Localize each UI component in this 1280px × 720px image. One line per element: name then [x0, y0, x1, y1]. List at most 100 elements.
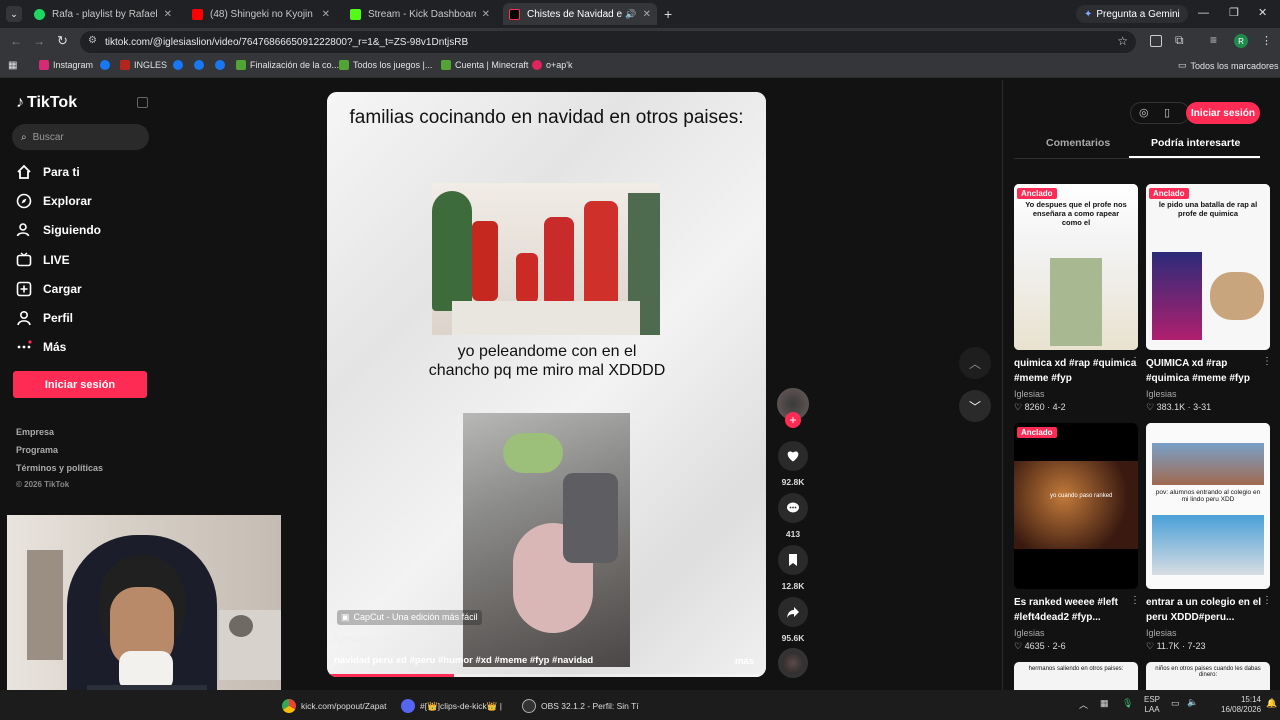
- card-menu-icon[interactable]: ⋮: [1262, 595, 1272, 606]
- bookmark-minecraft[interactable]: Cuenta | Minecraft: [441, 60, 528, 70]
- language-indicator[interactable]: ESP LAA: [1144, 695, 1160, 715]
- tab-kick[interactable]: Stream - Kick Dashboard ✕: [344, 3, 496, 25]
- new-tab-icon[interactable]: +: [664, 6, 672, 22]
- bookmark-facebook-1[interactable]: [100, 60, 114, 70]
- more-link[interactable]: más: [735, 656, 754, 667]
- sidebar-login-button[interactable]: Iniciar sesión: [13, 371, 147, 398]
- nav-perfil[interactable]: Perfil: [16, 310, 73, 326]
- bookmark-juegos[interactable]: Todos los juegos |...: [339, 60, 432, 70]
- card-menu-icon[interactable]: ⋮: [1130, 595, 1140, 606]
- like-action[interactable]: 92.8K: [775, 441, 811, 487]
- bookmark-finalizacion[interactable]: Finalización de la co...: [236, 60, 339, 70]
- microphone-icon[interactable]: 🎙: [1122, 698, 1133, 709]
- nav-siguiendo[interactable]: Siguiendo: [16, 222, 101, 238]
- save-action[interactable]: 12.8K: [775, 545, 811, 591]
- minimize-icon[interactable]: —: [1198, 7, 1209, 19]
- bookmark-facebook-2[interactable]: [173, 60, 187, 70]
- music-disc-icon[interactable]: [778, 648, 808, 678]
- recommended-card[interactable]: pov: alumnos entrando al colegio en mi l…: [1146, 423, 1270, 589]
- reload-icon[interactable]: ↻: [57, 33, 68, 49]
- follow-plus-icon[interactable]: +: [785, 412, 801, 428]
- cast-icon[interactable]: [1150, 35, 1162, 47]
- comment-action[interactable]: 413: [775, 493, 811, 539]
- volume-icon[interactable]: 🔈: [1187, 697, 1198, 708]
- footer-programa[interactable]: Programa: [16, 445, 58, 455]
- video-author[interactable]: Iglesias · 6-4: [334, 634, 391, 645]
- menu-icon[interactable]: ⋮: [1261, 34, 1272, 47]
- nav-mas[interactable]: Más: [16, 339, 66, 355]
- all-bookmarks[interactable]: ▭ Todos los marcadores: [1178, 60, 1279, 71]
- heart-icon[interactable]: [778, 441, 808, 471]
- search-input[interactable]: ⌕ Buscar: [12, 124, 149, 150]
- recommended-card[interactable]: Anclado le pido una batalla de rap al pr…: [1146, 184, 1270, 350]
- next-video-button[interactable]: ﹀: [959, 390, 991, 422]
- tab-youtube[interactable]: (48) Shingeki no Kyojin (Shinzou ✕: [186, 3, 336, 25]
- coin-icon[interactable]: ◎: [1139, 106, 1149, 119]
- taskbar-chrome[interactable]: kick.com/popout/Zapat: [282, 699, 387, 713]
- close-icon[interactable]: ✕: [643, 9, 651, 20]
- recommended-card-partial[interactable]: hermanos saliendo en otros paises:: [1014, 662, 1138, 690]
- recommended-card[interactable]: Anclado yo cuando paso ranked: [1014, 423, 1138, 589]
- card-menu-icon[interactable]: ⋮: [1262, 356, 1272, 367]
- comment-icon[interactable]: [778, 493, 808, 523]
- taskbar-discord[interactable]: #[👑]clips-de-kick👑 |: [401, 699, 502, 713]
- window-close-icon[interactable]: ✕: [1258, 6, 1267, 19]
- close-icon[interactable]: ✕: [482, 9, 490, 20]
- card-menu-icon[interactable]: ⋮: [1130, 356, 1140, 367]
- taskbar-obs[interactable]: OBS 32.1.2 - Perfil: Sin Tí: [522, 699, 639, 713]
- bookmark-oapk[interactable]: o+ap'k: [532, 60, 573, 70]
- tray-app-icon[interactable]: ▦: [1100, 698, 1109, 709]
- card-title[interactable]: entrar a un colegio en el peru XDDD#peru…: [1146, 595, 1270, 625]
- video-player[interactable]: familias cocinando en navidad en otros p…: [327, 92, 766, 677]
- tab-podria-interesarte[interactable]: Podría interesarte: [1151, 137, 1240, 149]
- tab-comentarios[interactable]: Comentarios: [1046, 137, 1110, 149]
- forward-icon[interactable]: →: [33, 34, 45, 48]
- tray-chevron-icon[interactable]: ︿: [1079, 698, 1088, 711]
- network-icon[interactable]: ▭: [1171, 698, 1180, 709]
- share-action[interactable]: 95.6K: [775, 597, 811, 643]
- close-icon[interactable]: ✕: [322, 9, 330, 20]
- collapse-sidebar-icon[interactable]: [137, 97, 148, 108]
- footer-empresa[interactable]: Empresa: [16, 427, 54, 437]
- restore-icon[interactable]: ❐: [1229, 6, 1239, 19]
- clock[interactable]: 15:14 16/08/2026: [1221, 695, 1261, 715]
- extensions-icon[interactable]: ⧉: [1175, 33, 1184, 48]
- panel-login-button[interactable]: Iniciar sesión: [1186, 102, 1260, 124]
- apps-icon[interactable]: ▦: [8, 60, 17, 71]
- previous-video-button[interactable]: ︿: [959, 347, 991, 379]
- card-title[interactable]: QUIMICA xd #rap #quimica #meme #fyp: [1146, 356, 1270, 386]
- device-icon[interactable]: ▯: [1164, 106, 1170, 119]
- bookmark-instagram[interactable]: Instagram: [39, 60, 93, 70]
- progress-track[interactable]: [327, 674, 766, 677]
- recommended-card[interactable]: Anclado Yo despues que el profe nos ense…: [1014, 184, 1138, 350]
- bookmark-icon[interactable]: [778, 545, 808, 575]
- recommended-card-partial[interactable]: niños en otros paises cuando les dabas d…: [1146, 662, 1270, 690]
- card-title[interactable]: Es ranked weeee #left #left4dead2 #fyp..…: [1014, 595, 1138, 625]
- site-info-icon[interactable]: ⚙: [88, 35, 97, 46]
- author-avatar-wrap[interactable]: +: [775, 388, 811, 428]
- close-icon[interactable]: ✕: [164, 9, 172, 20]
- speaker-icon[interactable]: 🔊: [625, 9, 636, 20]
- star-icon[interactable]: ☆: [1117, 34, 1128, 48]
- gemini-button[interactable]: ✦ Pregunta a Gemini: [1076, 5, 1188, 23]
- bookmark-ingles[interactable]: INGLES: [120, 60, 167, 70]
- back-icon[interactable]: ←: [10, 34, 22, 48]
- nav-live[interactable]: LIVE: [16, 252, 70, 268]
- nav-explorar[interactable]: Explorar: [16, 193, 92, 209]
- tab-search-icon[interactable]: ⌄: [6, 6, 22, 22]
- footer-terminos[interactable]: Términos y políticas: [16, 463, 103, 473]
- bookmark-facebook-4[interactable]: [215, 60, 229, 70]
- tiktok-logo[interactable]: ♪ TikTok: [16, 94, 77, 112]
- url-field[interactable]: ⚙ tiktok.com/@iglesiaslion/video/7647686…: [80, 31, 1136, 53]
- tab-tiktok[interactable]: Chistes de Navidad en Perú🔊 ✕: [503, 3, 657, 25]
- card-title[interactable]: quimica xd #rap #quimica #meme #fyp: [1014, 356, 1138, 386]
- profile-avatar[interactable]: R: [1234, 34, 1248, 48]
- media-icon[interactable]: ≡: [1210, 33, 1217, 47]
- notifications-icon[interactable]: 🔔: [1266, 698, 1277, 709]
- nav-cargar[interactable]: Cargar: [16, 281, 82, 297]
- music-disc[interactable]: [775, 648, 811, 678]
- bookmark-facebook-3[interactable]: [194, 60, 208, 70]
- nav-para-ti[interactable]: Para ti: [16, 164, 80, 180]
- tab-spotify[interactable]: Rafa - playlist by Rafael.xared | ✕: [28, 3, 178, 25]
- share-icon[interactable]: [778, 597, 808, 627]
